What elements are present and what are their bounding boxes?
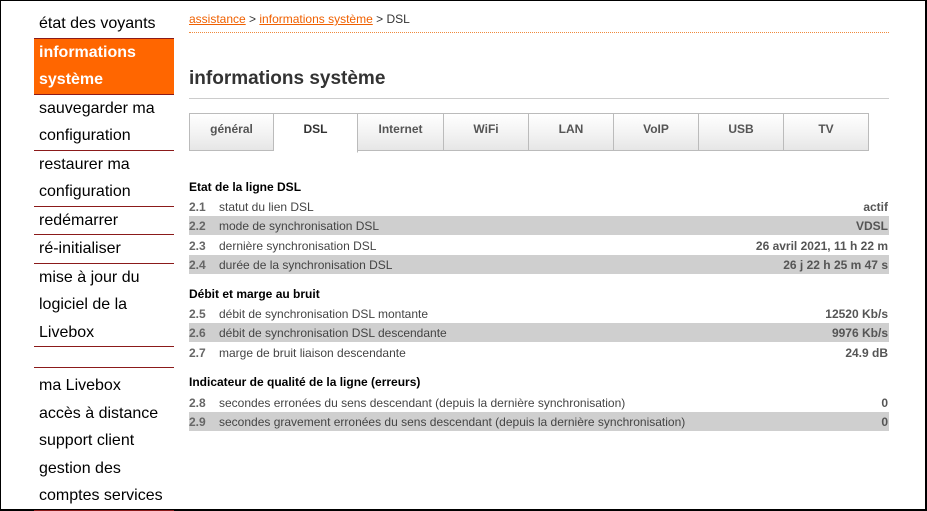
table-row: 2.9 secondes gravement erronées du sens … xyxy=(189,412,889,431)
sidebar-item-redemarrer[interactable]: redémarrer xyxy=(34,207,174,235)
page-title: informations système xyxy=(189,68,889,99)
row-label: secondes gravement erronées du sens desc… xyxy=(219,414,686,429)
sidebar-item-etat-des-voyants[interactable]: état des voyants xyxy=(34,10,174,39)
table-row: 2.7 marge de bruit liaison descendante 2… xyxy=(189,343,889,362)
tab-lan[interactable]: LAN xyxy=(529,113,614,151)
row-value: 26 j 22 h 25 m 47 s xyxy=(783,257,888,272)
tab-voip[interactable]: VoIP xyxy=(614,113,699,151)
sidebar-item-mise-a-jour[interactable]: mise à jour du logiciel de la Livebox xyxy=(34,264,174,347)
row-label: marge de bruit liaison descendante xyxy=(219,345,406,360)
tab-general[interactable]: général xyxy=(189,113,274,151)
breadcrumb-link-informations-systeme[interactable]: informations système xyxy=(259,12,372,26)
row-label: secondes erronées du sens descendant (de… xyxy=(219,395,626,410)
section-title-debit-marge: Débit et marge au bruit xyxy=(189,287,320,301)
tab-bar: général DSL Internet WiFi LAN VoIP USB T… xyxy=(189,113,869,153)
breadcrumb-link-assistance[interactable]: assistance xyxy=(189,12,246,26)
tab-dsl[interactable]: DSL xyxy=(274,113,358,153)
sidebar-link-support-client[interactable]: support client xyxy=(34,427,174,455)
sidebar-link-acces-a-distance[interactable]: accès à distance xyxy=(34,400,174,428)
tab-tv[interactable]: TV xyxy=(784,113,869,151)
tab-wifi[interactable]: WiFi xyxy=(444,113,529,151)
tab-usb[interactable]: USB xyxy=(699,113,784,151)
sidebar-item-informations-systeme[interactable]: informations système xyxy=(34,38,174,95)
breadcrumb: assistance > informations système > DSL xyxy=(189,12,889,33)
sidebar-spacer xyxy=(34,347,174,368)
row-value: 12520 Kb/s xyxy=(825,306,888,321)
section-title-qualite-ligne: Indicateur de qualité de la ligne (erreu… xyxy=(189,375,421,389)
table-row: 2.2 mode de synchronisation DSL VDSL xyxy=(189,216,889,235)
row-number: 2.3 xyxy=(189,238,206,253)
row-number: 2.8 xyxy=(189,395,206,410)
tab-internet[interactable]: Internet xyxy=(358,113,444,151)
table-row: 2.8 secondes erronées du sens descendant… xyxy=(189,393,889,412)
breadcrumb-current: DSL xyxy=(386,12,410,26)
row-value: 0 xyxy=(881,414,888,429)
table-row: 2.1 statut du lien DSL actif xyxy=(189,197,889,216)
table-row: 2.6 débit de synchronisation DSL descend… xyxy=(189,323,889,342)
row-number: 2.4 xyxy=(189,257,206,272)
section-title-etat-ligne: Etat de la ligne DSL xyxy=(189,180,302,194)
row-label: durée de la synchronisation DSL xyxy=(219,257,393,272)
row-number: 2.9 xyxy=(189,414,206,429)
sidebar-item-restaurer[interactable]: restaurer ma configuration xyxy=(34,151,174,207)
row-value: actif xyxy=(863,199,888,214)
row-label: statut du lien DSL xyxy=(219,199,314,214)
row-number: 2.7 xyxy=(189,345,206,360)
sidebar-link-gestion-comptes[interactable]: gestion des comptes services xyxy=(34,455,174,511)
breadcrumb-separator: > xyxy=(372,12,387,26)
row-value: VDSL xyxy=(855,218,888,233)
row-number: 2.6 xyxy=(189,325,206,340)
table-row: 2.3 dernière synchronisation DSL 26 avri… xyxy=(189,236,889,255)
row-number: 2.5 xyxy=(189,306,206,321)
row-value: 24.9 dB xyxy=(845,345,888,360)
breadcrumb-separator: > xyxy=(245,12,260,26)
table-row: 2.4 durée de la synchronisation DSL 26 j… xyxy=(189,255,889,274)
row-number: 2.2 xyxy=(189,218,206,233)
row-label: dernière synchronisation DSL xyxy=(219,238,377,253)
row-value: 0 xyxy=(881,395,888,410)
row-value: 26 avril 2021, 11 h 22 m xyxy=(755,238,888,253)
row-label: débit de synchronisation DSL montante xyxy=(219,306,429,321)
sidebar-link-ma-livebox[interactable]: ma Livebox xyxy=(34,372,174,400)
row-label: débit de synchronisation DSL descendante xyxy=(219,325,447,340)
sidebar-nav: état des voyants informations système sa… xyxy=(34,10,174,511)
row-value: 9976 Kb/s xyxy=(831,325,888,340)
table-row: 2.5 débit de synchronisation DSL montant… xyxy=(189,304,889,323)
row-number: 2.1 xyxy=(189,199,206,214)
sidebar-item-sauvegarder[interactable]: sauvegarder ma configuration xyxy=(34,95,174,151)
row-label: mode de synchronisation DSL xyxy=(219,218,380,233)
sidebar-item-reinitialiser[interactable]: ré-initialiser xyxy=(34,235,174,264)
